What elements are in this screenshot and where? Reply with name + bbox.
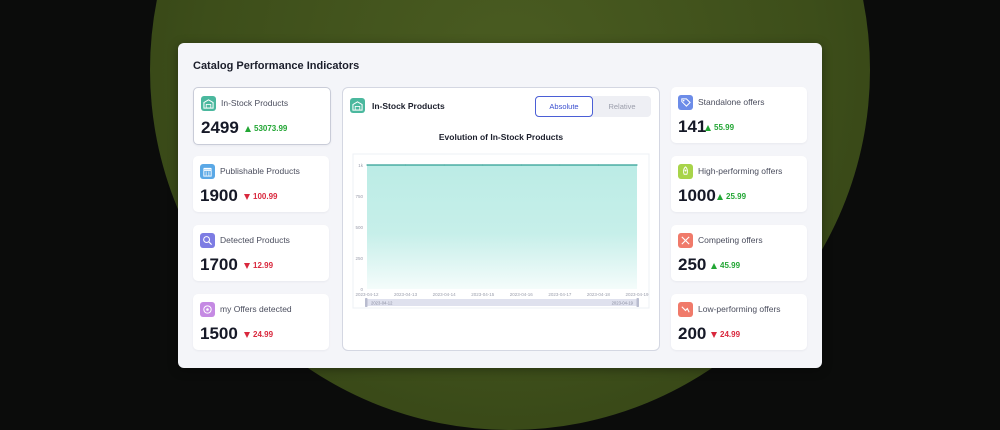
chart-title: Evolution of In-Stock Products: [439, 132, 563, 142]
x-tick-label: 2023-04-15: [471, 292, 495, 297]
trend-up-icon: [711, 262, 717, 269]
x-tick-label: 2023-04-16: [510, 292, 534, 297]
card-in-stock-products[interactable]: In-Stock Products 2499 53073.99: [193, 87, 331, 145]
card-delta-value: 53073.99: [254, 124, 288, 133]
x-tick-label: 2023-04-14: [433, 292, 457, 297]
catalog-panel: Catalog Performance Indicators In-Stock …: [178, 43, 822, 368]
card-delta-value: 45.99: [720, 261, 741, 270]
x-tick-label: 2023-04-13: [394, 292, 418, 297]
series-area: [367, 165, 637, 289]
card-label: Detected Products: [220, 235, 290, 245]
data-point: [404, 164, 407, 166]
x-tick-label: 2023-04-17: [548, 292, 572, 297]
tag-icon: [678, 95, 693, 110]
card-standalone-offers[interactable]: Standalone offers 141 55.99: [671, 87, 807, 143]
y-tick-label: 1k: [358, 163, 364, 168]
compete-icon: [678, 233, 693, 248]
card-delta-value: 25.99: [726, 192, 747, 201]
card-delta-value: 12.99: [253, 261, 274, 270]
rocket-icon: [678, 164, 693, 179]
card-delta: 100.99: [244, 192, 277, 201]
card-delta: 24.99: [244, 330, 273, 339]
data-point: [443, 164, 445, 166]
card-delta: 55.99: [705, 123, 734, 132]
range-end-label: 2023-04-19: [612, 301, 634, 306]
card-value: 1700: [200, 255, 238, 274]
offer-icon: [200, 302, 215, 317]
card-delta: 53073.99: [245, 124, 287, 133]
card-publishable-products[interactable]: Publishable Products 1900 100.99: [193, 156, 329, 212]
trend-down-icon: [244, 193, 250, 200]
card-delta-value: 55.99: [714, 123, 735, 132]
card-label: Standalone offers: [698, 97, 765, 107]
card-value: 200: [678, 324, 707, 343]
data-point: [559, 164, 561, 166]
card-delta: 12.99: [244, 261, 273, 270]
x-tick-label: 2023-04-18: [587, 292, 611, 297]
panel-title: Catalog Performance Indicators: [193, 60, 360, 72]
card-value: 1500: [200, 324, 238, 343]
data-point: [366, 164, 368, 166]
card-delta-value: 100.99: [253, 192, 278, 201]
card-label: In-Stock Products: [221, 98, 289, 108]
card-detected-products[interactable]: Detected Products 1700 12.99: [193, 225, 329, 281]
data-point: [636, 164, 638, 166]
card-value: 141: [678, 117, 707, 136]
card-label: Low-performing offers: [698, 304, 781, 314]
card-label: High-performing offers: [698, 166, 783, 176]
trend-up-icon: [705, 124, 711, 131]
detect-icon: [200, 233, 215, 248]
card-value: 2499: [201, 118, 239, 137]
chart-card: In-Stock Products Absolute Relative Evol…: [342, 87, 660, 351]
data-point: [597, 164, 600, 166]
card-delta-value: 24.99: [720, 330, 741, 339]
card-value: 1900: [200, 186, 238, 205]
store-icon: [200, 164, 215, 179]
trend-up-icon: [717, 193, 723, 200]
card-label: my Offers detected: [220, 304, 292, 314]
data-point: [520, 164, 522, 166]
x-tick-label: 2023-04-12: [355, 292, 379, 297]
card-label: Competing offers: [698, 235, 763, 245]
card-delta: 45.99: [711, 261, 740, 270]
card-value: 1000: [678, 186, 716, 205]
card-delta-value: 24.99: [253, 330, 274, 339]
warehouse-icon: [201, 96, 216, 111]
card-low-performing-offers[interactable]: Low-performing offers 200 24.99: [671, 294, 807, 350]
card-delta: 25.99: [717, 192, 746, 201]
range-handle-end: [636, 298, 639, 307]
card-value: 250: [678, 255, 707, 274]
y-tick-label: 250: [355, 256, 363, 261]
card-high-performing-offers[interactable]: High-performing offers 1000 25.99: [671, 156, 807, 212]
range-handle-start: [365, 298, 368, 307]
low-icon: [678, 302, 693, 317]
y-tick-label: 500: [355, 225, 363, 230]
trend-down-icon: [711, 331, 717, 338]
trend-down-icon: [244, 262, 250, 269]
y-tick-label: 750: [355, 194, 363, 199]
card-delta: 24.99: [711, 330, 740, 339]
trend-up-icon: [245, 125, 251, 132]
range-selector: [367, 299, 637, 306]
card-label: Publishable Products: [220, 166, 300, 176]
trend-down-icon: [244, 331, 250, 338]
data-point: [482, 164, 484, 166]
area-chart: Evolution of In-Stock Products0250500750…: [352, 132, 650, 309]
range-start-label: 2023-04-12: [371, 301, 393, 306]
card-competing-offers[interactable]: Competing offers 250 45.99: [671, 225, 807, 281]
card-my-offers-detected[interactable]: my Offers detected 1500 24.99: [193, 294, 329, 350]
x-tick-label: 2023-04-19: [625, 292, 649, 297]
